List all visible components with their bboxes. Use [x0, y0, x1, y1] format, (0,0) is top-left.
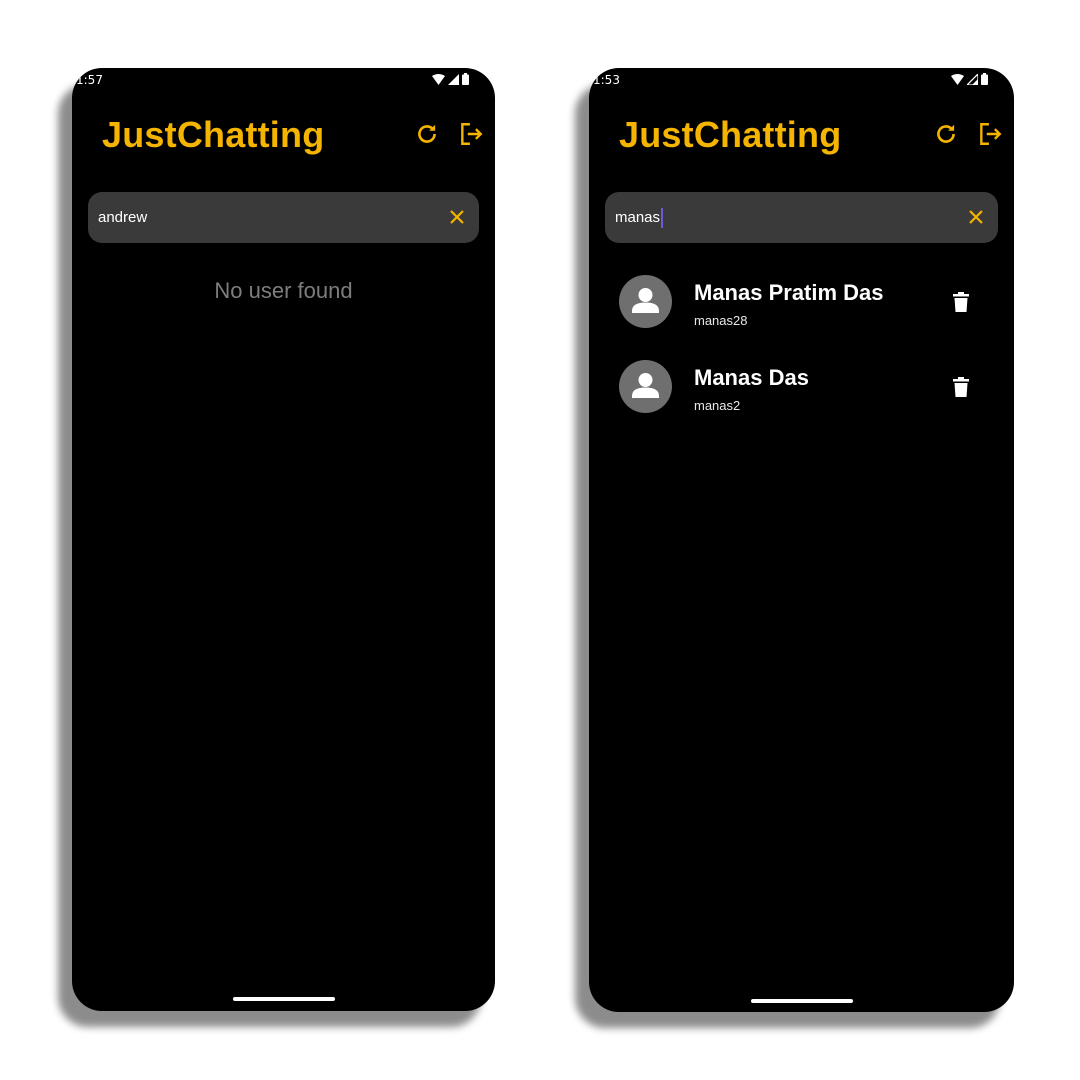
- empty-state-message: No user found: [214, 278, 353, 303]
- status-time: 1:53: [593, 73, 620, 87]
- user-list-item[interactable]: Manas Das manas2: [589, 360, 1014, 430]
- battery-icon: [462, 73, 469, 85]
- search-input-value: manas: [615, 209, 661, 226]
- signal-icon: [967, 73, 978, 85]
- user-handle: manas2: [694, 398, 741, 413]
- close-icon[interactable]: [966, 207, 986, 227]
- refresh-icon[interactable]: [414, 121, 440, 147]
- user-name: Manas Das: [694, 365, 809, 390]
- user-handle: manas28: [694, 313, 748, 328]
- status-time: 1:57: [76, 73, 103, 87]
- delete-icon[interactable]: [949, 375, 973, 399]
- person-icon: [632, 373, 659, 398]
- delete-icon[interactable]: [949, 290, 973, 314]
- text-caret: [661, 207, 664, 228]
- battery-icon: [981, 73, 988, 85]
- search-input-value: andrew: [98, 209, 148, 226]
- logout-icon[interactable]: [977, 121, 1003, 147]
- person-icon: [632, 288, 659, 313]
- app-title: JustChatting: [102, 114, 325, 155]
- status-bar: 1:53: [589, 68, 1014, 92]
- search-input[interactable]: manas: [615, 192, 915, 243]
- wifi-icon: [951, 73, 964, 85]
- logout-icon[interactable]: [458, 121, 484, 147]
- phone-screen-left: 1:57 JustChatting andrew No user found: [72, 68, 495, 1011]
- close-icon[interactable]: [447, 207, 467, 227]
- refresh-icon[interactable]: [933, 121, 959, 147]
- avatar: [619, 360, 672, 413]
- avatar: [619, 275, 672, 328]
- search-bar: andrew: [88, 192, 479, 243]
- search-input[interactable]: andrew: [98, 192, 398, 243]
- status-bar: 1:57: [72, 68, 495, 92]
- status-icons: [432, 73, 469, 85]
- user-list-item[interactable]: Manas Pratim Das manas28: [589, 275, 1014, 345]
- wifi-icon: [432, 73, 445, 85]
- user-name: Manas Pratim Das: [694, 280, 884, 305]
- signal-icon: [448, 73, 459, 85]
- home-indicator[interactable]: [232, 997, 335, 1001]
- status-icons: [951, 73, 988, 85]
- phone-screen-right: 1:53 JustChatting manas Manas Pratim Das…: [589, 68, 1014, 1012]
- app-title: JustChatting: [619, 114, 842, 155]
- search-bar: manas: [605, 192, 998, 243]
- home-indicator[interactable]: [750, 999, 853, 1003]
